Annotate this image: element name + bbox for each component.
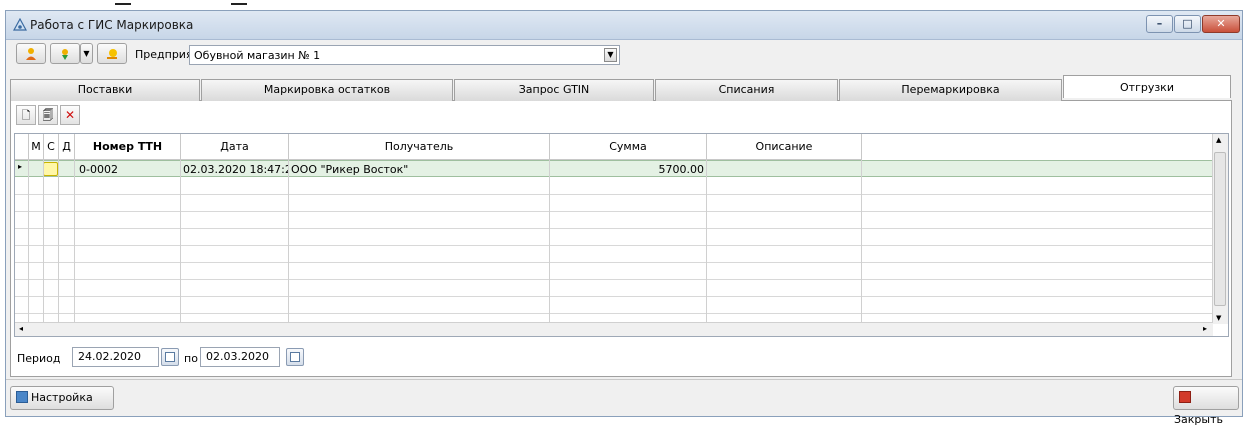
minimize-button[interactable]: – (1146, 15, 1173, 33)
folder-icon (107, 49, 117, 59)
empty-row[interactable] (15, 195, 1213, 212)
empty-row[interactable] (15, 280, 1213, 297)
scroll-right-icon[interactable]: ▸ (1203, 324, 1207, 333)
title-bar[interactable]: Работа с ГИС Маркировка – □ ✕ (6, 11, 1242, 40)
grid-line (43, 160, 44, 322)
tab-shipments[interactable]: Отгрузки (1063, 75, 1231, 98)
add-button[interactable]: 🗋 (16, 105, 36, 125)
download-button[interactable] (50, 43, 80, 64)
empty-row[interactable] (15, 212, 1213, 229)
column-header[interactable]: Сумма (550, 134, 707, 160)
shipments-grid: М С Д Номер ТТН Дата Получатель Сумма Оп… (14, 133, 1229, 337)
grid-line (28, 160, 29, 322)
horizontal-scrollbar[interactable]: ◂ ▸ (15, 322, 1213, 336)
app-icon (13, 18, 27, 31)
calendar-icon (290, 352, 300, 362)
settings-icon (16, 391, 28, 403)
scroll-left-icon[interactable]: ◂ (19, 324, 23, 333)
tab-stock-marking[interactable]: Маркировка остатков (201, 79, 453, 101)
period-label: Период (17, 352, 61, 365)
close-window-button[interactable]: ✕ (1202, 15, 1240, 33)
grid-line (706, 160, 707, 322)
period-from-field[interactable]: 24.02.2020 (72, 347, 159, 367)
delete-icon: ✕ (64, 108, 76, 122)
grid-line (861, 160, 862, 322)
close-label: Закрыть (1174, 413, 1223, 426)
vertical-scrollbar[interactable]: ▲ ▼ (1212, 134, 1228, 324)
column-header[interactable]: С (44, 134, 59, 160)
enterprise-value: Обувной магазин № 1 (194, 49, 321, 62)
row-indicator-header (15, 134, 29, 160)
delete-button[interactable]: ✕ (60, 105, 80, 125)
empty-row[interactable] (15, 178, 1213, 195)
column-header[interactable]: Номер ТТН (75, 134, 181, 160)
window-title: Работа с ГИС Маркировка (30, 18, 194, 32)
calendar-from-button[interactable] (161, 348, 179, 366)
settings-label: Настройка (31, 391, 93, 404)
row-sum: 5700.00 (658, 163, 705, 176)
settings-button[interactable]: Настройка (10, 386, 114, 410)
grid-line (58, 160, 59, 322)
chevron-down-icon[interactable]: ▼ (604, 48, 617, 62)
column-header[interactable]: Дата (181, 134, 289, 160)
enterprise-button[interactable] (16, 43, 46, 64)
background-dash (231, 3, 247, 5)
period-to-label: по (184, 352, 198, 365)
edit-button[interactable]: 🗐 (38, 105, 58, 125)
grid-line (74, 160, 75, 322)
maximize-icon: □ (1182, 17, 1193, 30)
enterprise-select[interactable]: Обувной магазин № 1 ▼ (189, 45, 620, 65)
scroll-down-icon[interactable]: ▼ (1216, 314, 1221, 322)
person-icon (26, 48, 36, 60)
tab-write-offs[interactable]: Списания (655, 79, 838, 101)
tab-gtin-request[interactable]: Запрос GTIN (454, 79, 654, 101)
status-indicator (43, 162, 58, 176)
add-document-icon: 🗋 (21, 109, 31, 122)
period-to-field[interactable]: 02.03.2020 (200, 347, 280, 367)
tab-supplies[interactable]: Поставки (10, 79, 200, 101)
download-icon (62, 49, 68, 60)
maximize-button[interactable]: □ (1174, 15, 1201, 33)
footer-bar: Настройка Закрыть (6, 379, 1242, 426)
empty-row[interactable] (15, 263, 1213, 280)
download-menu-button[interactable]: ▼ (80, 43, 93, 64)
close-icon: ✕ (1216, 17, 1226, 30)
grid-line (288, 160, 289, 322)
empty-row[interactable] (15, 246, 1213, 263)
background-dash (115, 3, 131, 5)
tab-bar: Поставки Маркировка остатков Запрос GTIN… (10, 75, 1232, 101)
connect-button[interactable] (97, 43, 127, 64)
column-header[interactable]: Получатель (289, 134, 550, 160)
scrollbar-thumb[interactable] (1214, 152, 1226, 306)
row-number: 0-0002 (79, 163, 118, 176)
main-window: Работа с ГИС Маркировка – □ ✕ ▼ Предприя… (5, 10, 1243, 426)
scroll-up-icon[interactable]: ▲ (1216, 136, 1221, 144)
grid-line (549, 160, 550, 322)
table-row[interactable]: ▸ 0-0002 02.03.2020 18:47:2 ООО "Рикер В… (15, 160, 1213, 177)
row-date: 02.03.2020 18:47:2 (183, 163, 288, 176)
calendar-icon (165, 352, 175, 362)
empty-row[interactable] (15, 229, 1213, 246)
row-pointer-icon: ▸ (18, 162, 23, 171)
chevron-down-icon: ▼ (83, 49, 90, 58)
tab-remarking[interactable]: Перемаркировка (839, 79, 1062, 101)
column-header[interactable]: М (29, 134, 44, 160)
background-strip (0, 0, 1243, 10)
column-header[interactable]: Описание (707, 134, 862, 160)
column-header[interactable]: Д (59, 134, 75, 160)
edit-document-icon: 🗐 (42, 109, 54, 122)
shipments-panel: 🗋 🗐 ✕ М С Д Номер ТТН Дата Получатель Су… (10, 101, 1232, 377)
grid-line (180, 160, 181, 322)
close-button[interactable]: Закрыть (1173, 386, 1239, 426)
exit-icon (1179, 391, 1191, 403)
calendar-to-button[interactable] (286, 348, 304, 366)
empty-row[interactable] (15, 297, 1213, 314)
minimize-icon: – (1156, 17, 1163, 30)
row-recipient: ООО "Рикер Восток" (291, 163, 409, 176)
